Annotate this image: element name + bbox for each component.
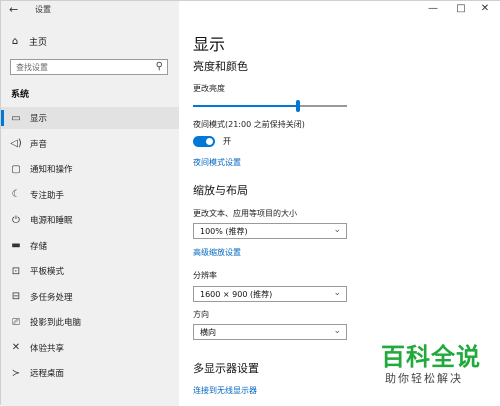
sidebar-item-label: 电源和睡眠 xyxy=(30,216,73,226)
active-indicator xyxy=(1,110,4,126)
multitask-icon: ⊟ xyxy=(11,291,21,302)
back-arrow-icon[interactable]: ← xyxy=(9,3,18,16)
search-placeholder: 查找设置 xyxy=(16,63,48,72)
power-icon: ⏻ xyxy=(12,214,20,226)
chevron-down-icon: ⌄ xyxy=(333,326,341,336)
watermark-logo: 百科全说 助你轻松解决 xyxy=(381,343,481,387)
sidebar-item-label: 存储 xyxy=(30,241,48,252)
moon-icon: ☾ xyxy=(11,189,21,200)
sidebar-item[interactable]: ◁) 声音 xyxy=(1,133,179,155)
sidebar-item-label: 声音 xyxy=(30,139,48,150)
remote-icon: ≻ xyxy=(11,367,21,379)
resolution-dropdown[interactable]: 1600 × 900 (推荐) ⌄ xyxy=(193,286,347,302)
orientation-dropdown[interactable]: 横向 ⌄ xyxy=(193,324,347,340)
sidebar-item[interactable]: ⏻ 电源和睡眠 xyxy=(1,209,179,231)
watermark-subtitle: 助你轻松解决 xyxy=(385,372,463,385)
resolution-label: 分辨率 xyxy=(193,271,217,280)
sidebar-item-label: 显示 xyxy=(30,114,48,124)
sidebar-item[interactable]: ⊡ 平板模式 xyxy=(1,260,179,282)
night-mode-settings-link[interactable]: 夜间模式设置 xyxy=(193,157,241,168)
home-icon: ⌂ xyxy=(11,35,19,47)
night-mode-toggle[interactable] xyxy=(193,136,215,147)
sidebar-item-label: 体验共享 xyxy=(30,343,65,354)
section-label: 系统 xyxy=(11,90,30,100)
sidebar-item-label: 远程桌面 xyxy=(30,369,65,379)
sidebar-item-label: 通知和操作 xyxy=(30,165,73,175)
sidebar-item[interactable]: ⊟ 多任务处理 xyxy=(1,286,179,308)
orientation-value: 横向 xyxy=(200,328,216,337)
wireless-display-link[interactable]: 连接到无线显示器 xyxy=(193,385,257,396)
monitor-icon: ▭ xyxy=(11,112,21,124)
sidebar-item[interactable]: ▭ 显示 xyxy=(1,107,179,129)
search-input[interactable]: 查找设置 ⚲ xyxy=(10,59,168,75)
project-icon: ⎚ xyxy=(12,316,20,328)
scale-heading: 缩放与布局 xyxy=(193,184,248,197)
sidebar: ← 设置 ⌂ 主页 查找设置 ⚲ 系统 ▭ 显示 ◁) 声音 ▢ 通知和操作 ☾ 专注助手 ⏻ 电… xyxy=(1,1,179,406)
page-title: 显示 xyxy=(193,35,226,54)
sidebar-item[interactable]: ▢ 通知和操作 xyxy=(1,158,179,180)
multi-display-heading: 多显示器设置 xyxy=(193,362,259,375)
sidebar-item[interactable]: ≻ 远程桌面 xyxy=(1,362,179,384)
maximize-button[interactable]: □ xyxy=(451,3,471,14)
sidebar-item[interactable]: ⎚ 投影到此电脑 xyxy=(1,311,179,333)
home-link[interactable]: ⌂ 主页 xyxy=(9,34,47,48)
share-icon: ✕ xyxy=(11,342,21,353)
watermark-title: 百科全说 xyxy=(381,342,481,371)
night-mode-label: 夜间模式(21:00 之前保持关闭) xyxy=(193,120,305,129)
home-label: 主页 xyxy=(29,37,48,48)
sidebar-item[interactable]: ✕ 体验共享 xyxy=(1,337,179,359)
title-bar: ← 设置 xyxy=(1,1,179,17)
tablet-icon: ⊡ xyxy=(11,265,21,277)
sidebar-item-label: 多任务处理 xyxy=(30,292,73,303)
close-button[interactable]: ✕ xyxy=(475,3,495,14)
speaker-icon: ◁) xyxy=(10,138,22,149)
sidebar-item-label: 平板模式 xyxy=(30,267,65,277)
sidebar-item-label: 专注助手 xyxy=(30,190,65,201)
minimize-button[interactable]: — xyxy=(423,3,443,14)
toggle-knob xyxy=(206,138,213,145)
settings-window: ← 设置 ⌂ 主页 查找设置 ⚲ 系统 ▭ 显示 ◁) 声音 ▢ 通知和操作 ☾ 专注助手 ⏻ 电… xyxy=(0,0,500,406)
sidebar-item[interactable]: ☾ 专注助手 xyxy=(1,184,179,206)
sidebar-item[interactable]: ▬ 存储 xyxy=(1,235,179,257)
brightness-slider[interactable] xyxy=(193,100,347,112)
orientation-label: 方向 xyxy=(193,310,209,319)
brightness-heading: 亮度和颜色 xyxy=(193,60,248,73)
scale-dropdown[interactable]: 100% (推荐) ⌄ xyxy=(193,223,347,239)
resolution-value: 1600 × 900 (推荐) xyxy=(200,290,273,299)
storage-icon: ▬ xyxy=(11,240,21,251)
notification-icon: ▢ xyxy=(11,163,21,175)
advanced-scaling-link[interactable]: 高级缩放设置 xyxy=(193,247,241,258)
slider-thumb[interactable] xyxy=(295,100,300,112)
brightness-label: 更改亮度 xyxy=(193,84,225,93)
sidebar-item-label: 投影到此电脑 xyxy=(30,318,82,328)
scale-value: 100% (推荐) xyxy=(200,227,248,236)
slider-fill xyxy=(193,105,298,107)
search-icon[interactable]: ⚲ xyxy=(156,61,163,72)
chevron-down-icon: ⌄ xyxy=(333,225,341,235)
chevron-down-icon: ⌄ xyxy=(333,288,341,298)
scale-label: 更改文本、应用等项目的大小 xyxy=(193,209,297,218)
app-title: 设置 xyxy=(35,5,51,14)
night-mode-state: 开 xyxy=(223,137,231,146)
